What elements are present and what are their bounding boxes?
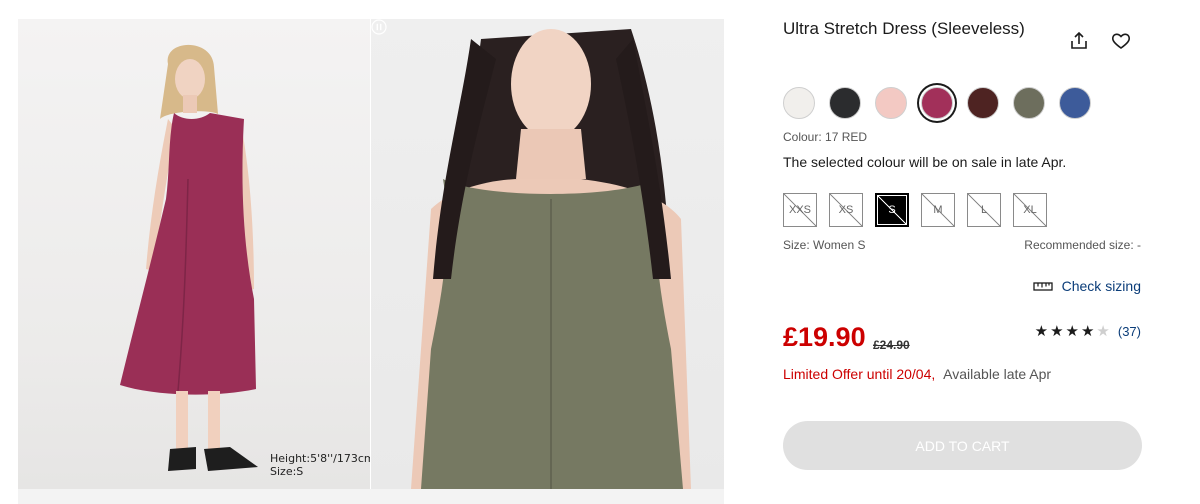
product-photo-closeup[interactable] bbox=[371, 19, 724, 489]
size-xs[interactable]: XS bbox=[829, 193, 863, 227]
model-height-label: Height:5'8''/173cm bbox=[270, 452, 370, 465]
original-price: £24.90 bbox=[873, 338, 910, 352]
model-red-dress-illustration bbox=[120, 44, 258, 471]
swatch-off-white[interactable] bbox=[783, 87, 815, 119]
heart-icon[interactable] bbox=[1110, 30, 1132, 52]
size-xl[interactable]: XL bbox=[1013, 193, 1047, 227]
sale-price: £19.90 bbox=[783, 322, 866, 352]
add-to-cart-button[interactable]: ADD TO CART bbox=[783, 421, 1142, 470]
sale-note: The selected colour will be on sale in l… bbox=[783, 154, 1067, 170]
limited-offer-text: Limited Offer until 20/04, bbox=[783, 366, 936, 382]
swatch-red[interactable] bbox=[921, 87, 953, 119]
recommended-size-label: Recommended size: - bbox=[1024, 238, 1141, 252]
model-info-caption: Height:5'8''/173cm Size:S bbox=[270, 452, 370, 478]
colour-label: Colour: 17 RED bbox=[783, 130, 868, 144]
swatch-black[interactable] bbox=[829, 87, 861, 119]
product-title: Ultra Stretch Dress (Sleeveless) bbox=[783, 19, 1025, 38]
size-s[interactable]: S bbox=[875, 193, 909, 227]
share-icon[interactable] bbox=[1068, 30, 1090, 52]
product-gallery: Height:5'8''/173cm Size:S bbox=[18, 19, 724, 504]
swatch-pink[interactable] bbox=[875, 87, 907, 119]
selected-size-label: Size: Women S bbox=[783, 238, 866, 252]
ruler-icon bbox=[1032, 282, 1053, 291]
product-info-panel: Ultra Stretch Dress (Sleeveless) Colour:… bbox=[783, 0, 1143, 504]
thumbnail-strip[interactable] bbox=[18, 489, 724, 504]
product-photo-full-length[interactable]: Height:5'8''/173cm Size:S bbox=[18, 19, 370, 489]
swatch-olive[interactable] bbox=[1013, 87, 1045, 119]
check-sizing-label: Check sizing bbox=[1061, 278, 1141, 294]
size-selector: XXS XS S M L XL bbox=[783, 193, 1059, 227]
star-empty-icon: ★ bbox=[1096, 322, 1112, 340]
star-rating-icons: ★★★★★ bbox=[1035, 322, 1112, 340]
pause-icon[interactable] bbox=[371, 19, 387, 35]
offer-line: Limited Offer until 20/04, Available lat… bbox=[783, 366, 1051, 382]
colour-swatches bbox=[783, 87, 1105, 119]
review-count-link[interactable]: (37) bbox=[1118, 324, 1141, 339]
swatch-blue[interactable] bbox=[1059, 87, 1091, 119]
size-l[interactable]: L bbox=[967, 193, 1001, 227]
size-xxs[interactable]: XXS bbox=[783, 193, 817, 227]
availability-text: Available late Apr bbox=[943, 366, 1052, 382]
model-size-label: Size:S bbox=[270, 465, 304, 478]
size-m[interactable]: M bbox=[921, 193, 955, 227]
star-filled-icon: ★ bbox=[1034, 322, 1051, 340]
star-filled-icon: ★ bbox=[1050, 322, 1066, 340]
check-sizing-link[interactable]: Check sizing bbox=[1032, 278, 1141, 294]
star-filled-icon: ★ bbox=[1065, 322, 1081, 340]
rating: ★★★★★ (37) bbox=[1035, 322, 1141, 340]
model-olive-dress-illustration bbox=[411, 29, 691, 489]
star-filled-icon: ★ bbox=[1080, 322, 1097, 340]
swatch-brown[interactable] bbox=[967, 87, 999, 119]
